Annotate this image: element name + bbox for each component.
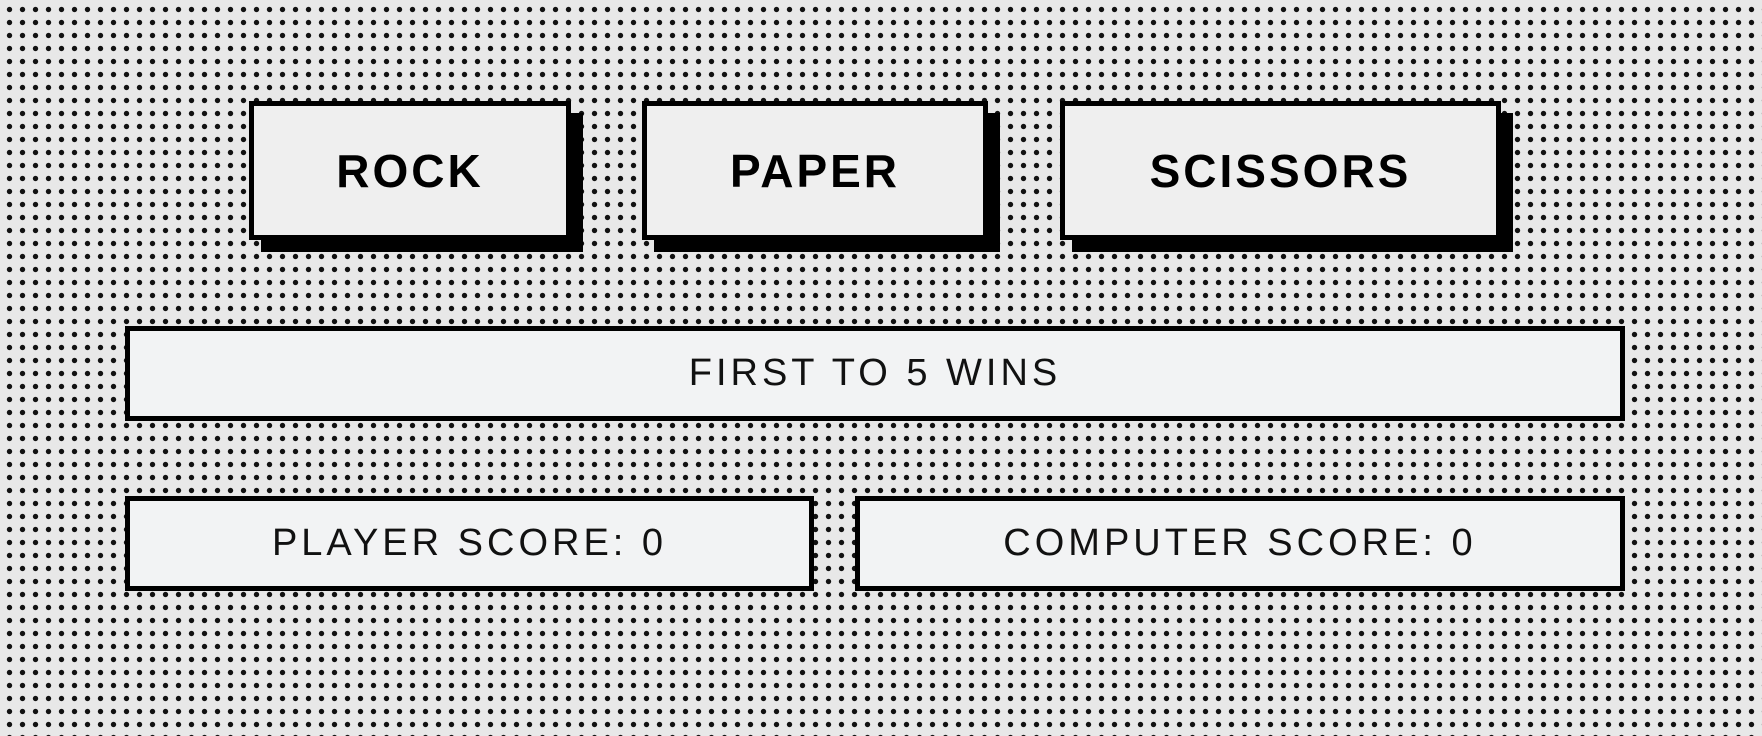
- scissors-button[interactable]: SCISSORS: [1060, 101, 1501, 240]
- computer-score-value: 0: [1451, 522, 1477, 564]
- game-message: FIRST TO 5 WINS: [125, 326, 1625, 421]
- player-score-box: PLAYER SCORE: 0: [125, 496, 814, 591]
- computer-score-box: COMPUTER SCORE: 0: [855, 496, 1625, 591]
- game-message-text: FIRST TO 5 WINS: [688, 352, 1062, 394]
- rock-button[interactable]: ROCK: [249, 101, 571, 240]
- player-score-label: PLAYER SCORE:: [271, 522, 642, 564]
- player-score-value: 0: [641, 522, 668, 564]
- computer-score-label: COMPUTER SCORE:: [1003, 522, 1452, 564]
- paper-button[interactable]: PAPER: [642, 101, 988, 240]
